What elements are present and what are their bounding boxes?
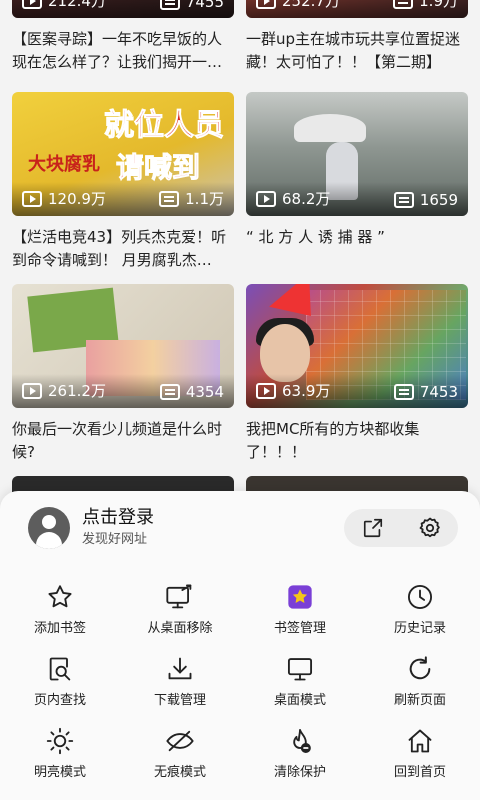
video-card[interactable]: 252.7万 1.9万 一群up主在城市玩共享位置捉迷藏！太可怕了！！【第二期】 xyxy=(246,0,468,74)
thumbnail-caption: 就位人员 xyxy=(104,108,225,144)
menu-item-remove-from-desktop[interactable]: 从桌面移除 xyxy=(120,581,240,645)
video-title[interactable]: 一群up主在城市玩共享位置捉迷藏！太可怕了！！【第二期】 xyxy=(246,28,468,74)
menu-item-find-in-page[interactable]: 页内查找 xyxy=(0,653,120,717)
view-count: 63.9万 xyxy=(282,382,331,400)
danmaku-icon xyxy=(393,384,414,400)
video-thumbnail[interactable]: 212.4万 7455 xyxy=(12,0,234,18)
remove-from-desktop-icon xyxy=(164,581,196,613)
menu-item-label: 桌面模式 xyxy=(273,693,326,708)
thumbnail-caption: 请喊到 xyxy=(115,151,201,185)
menu-item-downloads[interactable]: 下载管理 xyxy=(120,653,240,717)
browser-menu-sheet: 点击登录 发现好网址 添加书签 从桌面移除 书签管理 历史记录 页内查找 下载管… xyxy=(0,491,480,800)
login-entry[interactable]: 点击登录 发现好网址 xyxy=(28,507,154,549)
menu-item-label: 添加书签 xyxy=(33,621,86,636)
danmaku-count: 1.1万 xyxy=(185,190,224,208)
view-count: 68.2万 xyxy=(282,190,331,208)
video-card[interactable]: 63.9万 7453 我把MC所有的方块都收集了！！！ xyxy=(246,284,468,464)
play-count-icon xyxy=(22,190,42,207)
home-icon xyxy=(404,725,436,757)
danmaku-count: 1659 xyxy=(419,191,458,209)
video-title[interactable]: 我把MC所有的方块都收集了！！！ xyxy=(246,418,468,464)
menu-item-desktop-mode[interactable]: 桌面模式 xyxy=(240,653,360,717)
incognito-icon xyxy=(164,725,196,757)
menu-item-light-mode[interactable]: 明亮模式 xyxy=(0,725,120,789)
menu-item-history[interactable]: 历史记录 xyxy=(360,581,480,645)
menu-item-clear-protection[interactable]: 清除保护 xyxy=(240,725,360,789)
video-card[interactable]: 68.2万 1659 “ 北 方 人 诱 捕 器 ” xyxy=(246,92,468,272)
find-in-page-icon xyxy=(44,653,76,685)
video-title[interactable]: 【烂活电竞43】列兵杰克爱！听到命令请喊到！ 月男腐乳杰… xyxy=(12,226,234,272)
play-count-icon xyxy=(256,0,276,9)
video-card[interactable]: 261.2万 4354 你最后一次看少儿频道是什么时候? xyxy=(12,284,234,464)
share-icon[interactable] xyxy=(359,514,387,542)
play-count-icon xyxy=(256,190,276,207)
settings-gear-icon[interactable] xyxy=(416,514,444,542)
avatar[interactable] xyxy=(28,507,70,549)
menu-item-label: 从桌面移除 xyxy=(147,621,213,636)
video-thumbnail[interactable]: 就位人员 大块腐乳 请喊到 120.9万 1.1万 xyxy=(12,92,234,216)
menu-item-label: 刷新页面 xyxy=(393,693,446,708)
menu-item-label: 无痕模式 xyxy=(153,765,206,780)
bookmark-manager-icon xyxy=(284,581,316,613)
play-count-icon xyxy=(22,0,42,9)
login-subtitle: 发现好网址 xyxy=(82,532,148,547)
danmaku-icon xyxy=(393,0,414,9)
video-title[interactable]: “ 北 方 人 诱 捕 器 ” xyxy=(246,226,468,272)
danmaku-icon xyxy=(159,384,180,400)
login-label[interactable]: 点击登录 xyxy=(82,507,154,529)
menu-item-label: 明亮模式 xyxy=(33,765,86,780)
download-icon xyxy=(164,653,196,685)
umbrella-shape xyxy=(294,114,366,142)
menu-item-incognito[interactable]: 无痕模式 xyxy=(120,725,240,789)
play-count-icon xyxy=(256,382,276,399)
sun-icon xyxy=(44,725,76,757)
video-title[interactable]: 你最后一次看少儿频道是什么时候? xyxy=(12,418,234,464)
menu-item-label: 清除保护 xyxy=(273,765,326,780)
menu-item-label: 回到首页 xyxy=(393,765,446,780)
video-thumbnail[interactable]: 68.2万 1659 xyxy=(246,92,468,216)
danmaku-icon xyxy=(393,192,414,208)
menu-item-label: 下载管理 xyxy=(153,693,206,708)
video-title[interactable]: 【医案寻踪】一年不吃早饭的人现在怎么样了？让我们揭开一… xyxy=(12,28,234,74)
video-card[interactable]: 就位人员 大块腐乳 请喊到 120.9万 1.1万 【烂活电竞43】列兵杰克爱！… xyxy=(12,92,234,272)
danmaku-count: 4354 xyxy=(185,383,224,401)
video-thumbnail[interactable]: 63.9万 7453 xyxy=(246,284,468,408)
danmaku-count: 7453 xyxy=(419,383,458,401)
menu-item-label: 历史记录 xyxy=(393,621,446,636)
play-count-icon xyxy=(22,382,42,399)
video-card[interactable]: 212.4万 7455 【医案寻踪】一年不吃早饭的人现在怎么样了？让我们揭开一… xyxy=(12,0,234,74)
quick-actions-pill xyxy=(344,509,458,547)
menu-item-refresh[interactable]: 刷新页面 xyxy=(360,653,480,717)
view-count: 252.7万 xyxy=(282,0,340,10)
thumbnail-caption: 大块腐乳 xyxy=(28,154,100,175)
danmaku-count: 1.9万 xyxy=(419,0,458,10)
refresh-icon xyxy=(404,653,436,685)
history-clock-icon xyxy=(404,581,436,613)
star-icon xyxy=(44,581,76,613)
video-thumbnail[interactable]: 252.7万 1.9万 xyxy=(246,0,468,18)
menu-item-label: 书签管理 xyxy=(273,621,326,636)
view-count: 212.4万 xyxy=(48,0,106,10)
view-count: 261.2万 xyxy=(48,382,106,400)
menu-item-bookmark-manager[interactable]: 书签管理 xyxy=(240,581,360,645)
menu-item-add-bookmark[interactable]: 添加书签 xyxy=(0,581,120,645)
menu-item-label: 页内查找 xyxy=(33,693,86,708)
view-count: 120.9万 xyxy=(48,190,106,208)
clear-protection-icon xyxy=(284,725,316,757)
menu-item-home[interactable]: 回到首页 xyxy=(360,725,480,789)
desktop-monitor-icon xyxy=(284,653,316,685)
danmaku-icon xyxy=(159,190,180,207)
danmaku-count: 7455 xyxy=(185,0,224,11)
danmaku-icon xyxy=(159,0,180,10)
video-thumbnail[interactable]: 261.2万 4354 xyxy=(12,284,234,408)
